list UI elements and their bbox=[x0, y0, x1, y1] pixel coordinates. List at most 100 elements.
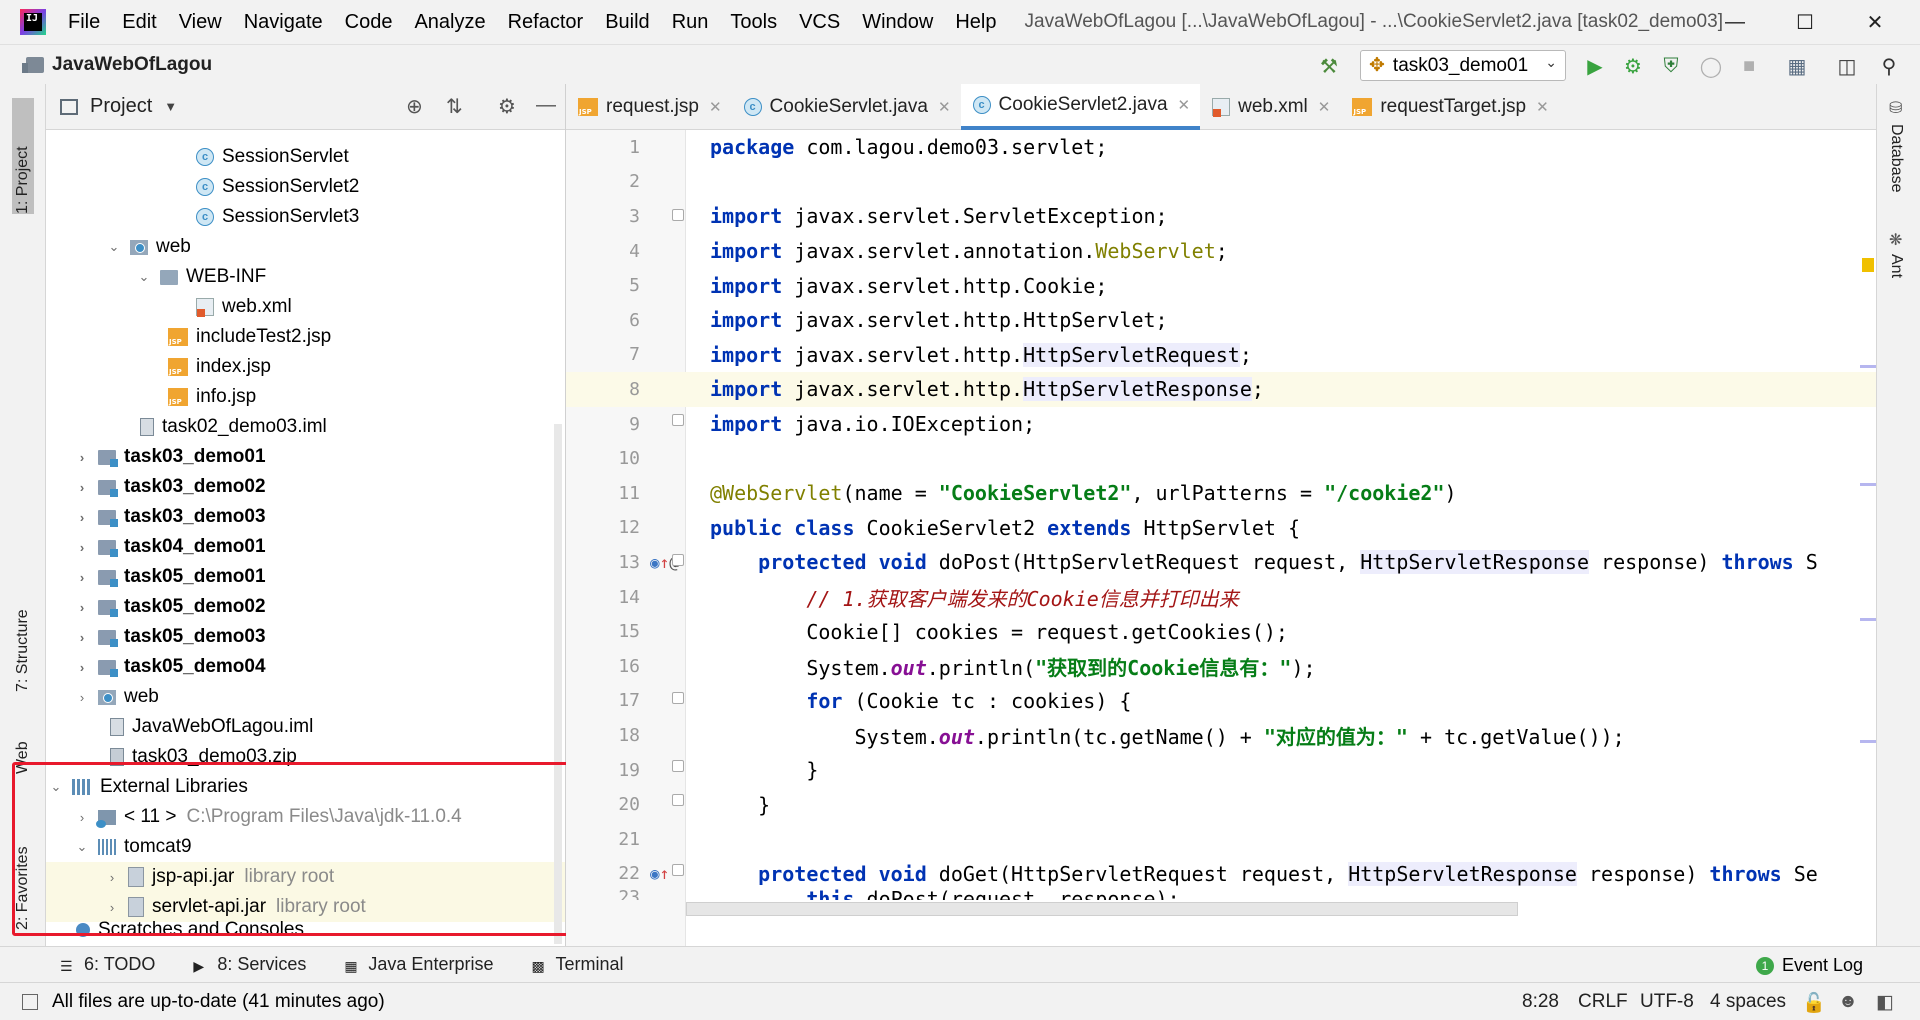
chevron-right-icon[interactable]: › bbox=[102, 900, 122, 915]
tree-item-task03-demo03-zip[interactable]: task03_demo03.zip bbox=[46, 742, 565, 772]
caret-position[interactable]: 8:28 bbox=[1522, 991, 1559, 1013]
tree-item-javaweboflagou-iml[interactable]: JavaWebOfLagou.iml bbox=[46, 712, 565, 742]
gear-icon[interactable]: ⚙ bbox=[498, 94, 516, 119]
project-structure-icon[interactable]: ▦ bbox=[1784, 53, 1810, 79]
tree-item-web-root[interactable]: › web bbox=[46, 682, 565, 712]
tree-item-task05-demo04[interactable]: › task05_demo04 bbox=[46, 652, 565, 682]
line-separator[interactable]: CRLF bbox=[1578, 991, 1628, 1013]
horizontal-scrollbar[interactable] bbox=[686, 902, 1518, 916]
close-tab-icon[interactable]: ✕ bbox=[1318, 98, 1331, 116]
chevron-down-icon[interactable]: ⌄ bbox=[72, 839, 92, 855]
tree-item-task04-demo01[interactable]: › task04_demo01 bbox=[46, 532, 565, 562]
stop-icon[interactable]: ■ bbox=[1736, 53, 1762, 79]
stripe-mark[interactable] bbox=[1860, 483, 1876, 486]
tree-item-task03-demo01[interactable]: › task03_demo01 bbox=[46, 442, 565, 472]
stripe-mark[interactable] bbox=[1860, 740, 1876, 743]
tree-item-task05-demo03[interactable]: › task05_demo03 bbox=[46, 622, 565, 652]
tool-tab-project[interactable]: 1: Project bbox=[12, 98, 34, 214]
chevron-right-icon[interactable]: › bbox=[72, 570, 92, 585]
chevron-right-icon[interactable]: › bbox=[72, 660, 92, 675]
menu-vcs[interactable]: VCS bbox=[799, 11, 850, 34]
fold-marker-icon[interactable] bbox=[672, 794, 684, 806]
tool-tab-ant[interactable]: Ant bbox=[1887, 254, 1905, 278]
breadcrumb-project[interactable]: JavaWebOfLagou bbox=[52, 54, 212, 76]
chevron-down-icon[interactable]: ▼ bbox=[164, 99, 177, 114]
chevron-down-icon[interactable]: ⌄ bbox=[104, 239, 124, 255]
close-tab-icon[interactable]: ✕ bbox=[1536, 98, 1549, 116]
menu-file[interactable]: File bbox=[68, 11, 110, 34]
fold-marker-icon[interactable] bbox=[672, 414, 684, 426]
tree-item-jsp-api-jar[interactable]: › jsp-api.jar library root bbox=[46, 862, 565, 892]
coverage-icon[interactable]: ⛨ bbox=[1658, 53, 1684, 79]
maximize-icon[interactable]: ☐ bbox=[1770, 0, 1840, 44]
tree-item-web-xml[interactable]: web.xml bbox=[46, 292, 565, 322]
debug-icon[interactable]: ⚙ bbox=[1620, 53, 1646, 79]
menu-code[interactable]: Code bbox=[345, 11, 403, 34]
tree-item-index-jsp[interactable]: index.jsp bbox=[46, 352, 565, 382]
tree-item-web[interactable]: ⌄ web bbox=[46, 232, 565, 262]
tree-item-info-jsp[interactable]: info.jsp bbox=[46, 382, 565, 412]
code-area[interactable]: 1 package com.lagou.demo03.servlet; 2 3 im… bbox=[566, 130, 1876, 900]
close-tab-icon[interactable]: ✕ bbox=[1178, 96, 1191, 114]
chevron-right-icon[interactable]: › bbox=[72, 630, 92, 645]
memory-icon[interactable]: ◧ bbox=[1876, 991, 1894, 1014]
tab-request-jsp[interactable]: request.jsp ✕ bbox=[566, 84, 732, 130]
chevron-right-icon[interactable]: › bbox=[72, 480, 92, 495]
chevron-right-icon[interactable]: › bbox=[72, 600, 92, 615]
menu-help[interactable]: Help bbox=[955, 11, 1006, 34]
warning-indicator-icon[interactable] bbox=[1862, 258, 1874, 272]
presentation-icon[interactable]: ◫ bbox=[1834, 53, 1860, 79]
menu-analyze[interactable]: Analyze bbox=[414, 11, 495, 34]
hide-panel-icon[interactable]: — bbox=[536, 94, 556, 117]
tree-item-includetest2-jsp[interactable]: includeTest2.jsp bbox=[46, 322, 565, 352]
project-view-selector[interactable]: Project bbox=[90, 95, 152, 118]
tree-item-sessionservlet[interactable]: c SessionServlet bbox=[46, 142, 565, 172]
tab-requesttarget-jsp[interactable]: requestTarget.jsp ✕ bbox=[1340, 84, 1558, 130]
tree-item-task03-demo03[interactable]: › task03_demo03 bbox=[46, 502, 565, 532]
collapse-all-icon[interactable]: ⇅ bbox=[446, 94, 463, 119]
stripe-mark[interactable] bbox=[1860, 365, 1876, 368]
tool-java-enterprise[interactable]: ▦ Java Enterprise bbox=[344, 954, 493, 975]
tree-item-task05-demo01[interactable]: › task05_demo01 bbox=[46, 562, 565, 592]
tree-item-sessionservlet3[interactable]: c SessionServlet3 bbox=[46, 202, 565, 232]
menu-edit[interactable]: Edit bbox=[122, 11, 166, 34]
menu-tools[interactable]: Tools bbox=[730, 11, 787, 34]
chevron-right-icon[interactable]: › bbox=[72, 690, 92, 705]
tab-web-xml[interactable]: web.xml ✕ bbox=[1200, 84, 1340, 130]
tool-tab-web[interactable]: Web bbox=[10, 714, 36, 774]
file-encoding[interactable]: UTF-8 bbox=[1640, 991, 1694, 1013]
menu-build[interactable]: Build bbox=[605, 11, 659, 34]
tree-item-external-libraries[interactable]: ⌄ External Libraries bbox=[46, 772, 565, 802]
menu-refactor[interactable]: Refactor bbox=[508, 11, 594, 34]
menu-run[interactable]: Run bbox=[672, 11, 719, 34]
tree-item-web-inf[interactable]: ⌄ WEB-INF bbox=[46, 262, 565, 292]
close-icon[interactable]: ✕ bbox=[1840, 0, 1910, 44]
menu-window[interactable]: Window bbox=[862, 11, 943, 34]
run-icon[interactable]: ▶ bbox=[1582, 53, 1608, 79]
fold-marker-icon[interactable] bbox=[672, 209, 684, 221]
minimize-icon[interactable]: — bbox=[1700, 0, 1770, 44]
menu-view[interactable]: View bbox=[179, 11, 232, 34]
tree-item-task05-demo02[interactable]: › task05_demo02 bbox=[46, 592, 565, 622]
chevron-right-icon[interactable]: › bbox=[102, 870, 122, 885]
chevron-down-icon[interactable]: ⌄ bbox=[134, 269, 154, 285]
tool-tab-database[interactable]: Database bbox=[1887, 124, 1905, 193]
run-configuration-select[interactable]: ✥ task03_demo01 ⌄ bbox=[1360, 50, 1566, 81]
stripe-mark[interactable] bbox=[1860, 618, 1876, 621]
chevron-right-icon[interactable]: › bbox=[72, 810, 92, 825]
fold-marker-icon[interactable] bbox=[672, 692, 684, 704]
tree-item-scratches[interactable]: Scratches and Consoles bbox=[46, 920, 565, 940]
search-icon[interactable]: ⚲ bbox=[1876, 53, 1902, 79]
fold-marker-icon[interactable] bbox=[672, 864, 684, 876]
locate-icon[interactable]: ⊕ bbox=[406, 94, 423, 119]
indent-setting[interactable]: 4 spaces bbox=[1710, 991, 1786, 1013]
fold-marker-icon[interactable] bbox=[672, 760, 684, 772]
chevron-right-icon[interactable]: › bbox=[72, 450, 92, 465]
tool-todo[interactable]: ☰ 6: TODO bbox=[60, 954, 155, 975]
tree-item-task03-demo02[interactable]: › task03_demo02 bbox=[46, 472, 565, 502]
tree-item-sessionservlet2[interactable]: c SessionServlet2 bbox=[46, 172, 565, 202]
tool-tab-favorites[interactable]: 2: Favorites bbox=[10, 810, 36, 930]
chevron-right-icon[interactable]: › bbox=[72, 510, 92, 525]
event-log-button[interactable]: 1 Event Log bbox=[1756, 955, 1863, 976]
tree-item-servlet-api-jar[interactable]: › servlet-api.jar library root bbox=[46, 892, 565, 922]
